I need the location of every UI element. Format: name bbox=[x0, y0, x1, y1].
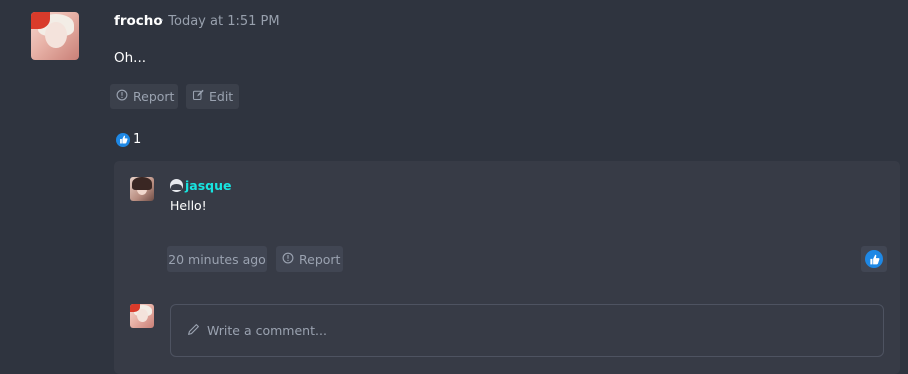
post-timestamp: · Today at 1:51 PM bbox=[160, 14, 280, 29]
comment-report-label: Report bbox=[299, 251, 341, 267]
comment-input[interactable] bbox=[205, 322, 805, 339]
commenter-avatar[interactable] bbox=[130, 177, 154, 201]
info-circle-icon bbox=[116, 89, 128, 104]
comment-like-button[interactable] bbox=[861, 246, 887, 272]
comment-input-box[interactable] bbox=[170, 304, 884, 357]
report-label: Report bbox=[133, 89, 175, 104]
comment-time[interactable]: 20 minutes ago bbox=[167, 246, 267, 272]
pencil-icon bbox=[187, 323, 200, 339]
comment-report-button[interactable]: Report bbox=[276, 246, 343, 272]
edit-icon bbox=[192, 89, 204, 104]
info-circle-icon bbox=[282, 252, 294, 267]
post-author[interactable]: frocho bbox=[114, 13, 163, 29]
user-badge-icon bbox=[170, 179, 183, 192]
like-count: 1 bbox=[133, 132, 142, 147]
report-button[interactable]: Report bbox=[110, 84, 178, 109]
current-user-avatar[interactable] bbox=[130, 304, 154, 328]
thumbs-up-icon bbox=[865, 250, 883, 268]
post-content: Oh... bbox=[114, 50, 147, 66]
commenter-name-label: jasque bbox=[185, 178, 232, 193]
like-summary[interactable]: 1 bbox=[116, 132, 141, 147]
comment-text: Hello! bbox=[170, 198, 207, 213]
thumbs-up-icon bbox=[116, 132, 130, 147]
post: frocho · Today at 1:51 PM Oh... Report E… bbox=[0, 0, 908, 374]
commenter-name[interactable]: jasque bbox=[170, 178, 231, 193]
edit-label: Edit bbox=[209, 89, 234, 104]
edit-button[interactable]: Edit bbox=[186, 84, 239, 109]
author-avatar[interactable] bbox=[31, 12, 79, 60]
